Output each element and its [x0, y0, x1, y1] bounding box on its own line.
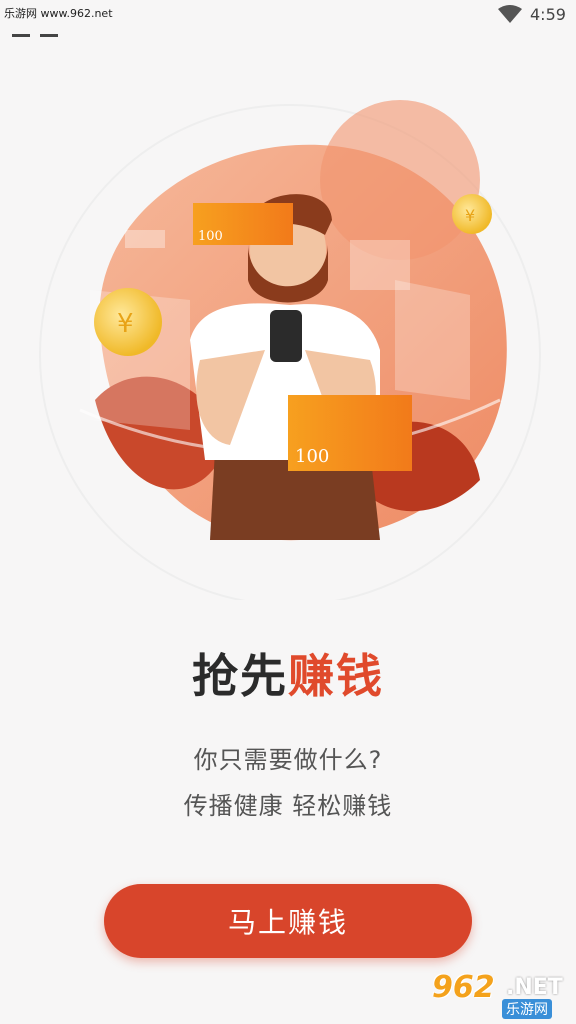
coin-large-symbol: ¥	[117, 309, 134, 339]
title-part-dark: 抢先	[192, 649, 288, 703]
hero-illustration: 100 100 ¥ ¥	[39, 100, 541, 600]
status-bar: 乐游网 www.962.net 4:59	[0, 0, 576, 37]
earn-now-button[interactable]: 马上赚钱	[104, 884, 472, 958]
watermark-number: 962	[432, 970, 495, 1005]
status-time: 4:59	[530, 5, 566, 24]
earn-now-button-label: 马上赚钱	[227, 906, 348, 939]
page-title: 抢先赚钱	[0, 640, 576, 706]
watermark-cn: 乐游网	[502, 999, 552, 1019]
subtitle-line-1: 你只需要做什么?	[193, 746, 383, 774]
banknote-bottom-value: 100	[295, 446, 329, 467]
watermark-net: .NET	[506, 975, 563, 1000]
title-part-accent: 赚钱	[288, 649, 384, 703]
wifi-icon	[498, 5, 522, 23]
watermark-text: 乐游网 www.962.net	[4, 7, 113, 20]
coin-small-symbol: ¥	[465, 206, 475, 225]
watermark-logo: 962 .NET 乐游网	[432, 970, 572, 1019]
status-indicators	[12, 22, 68, 41]
banknote-top-value: 100	[198, 229, 223, 244]
subtitle-line-2: 传播健康 轻松赚钱	[183, 792, 393, 820]
